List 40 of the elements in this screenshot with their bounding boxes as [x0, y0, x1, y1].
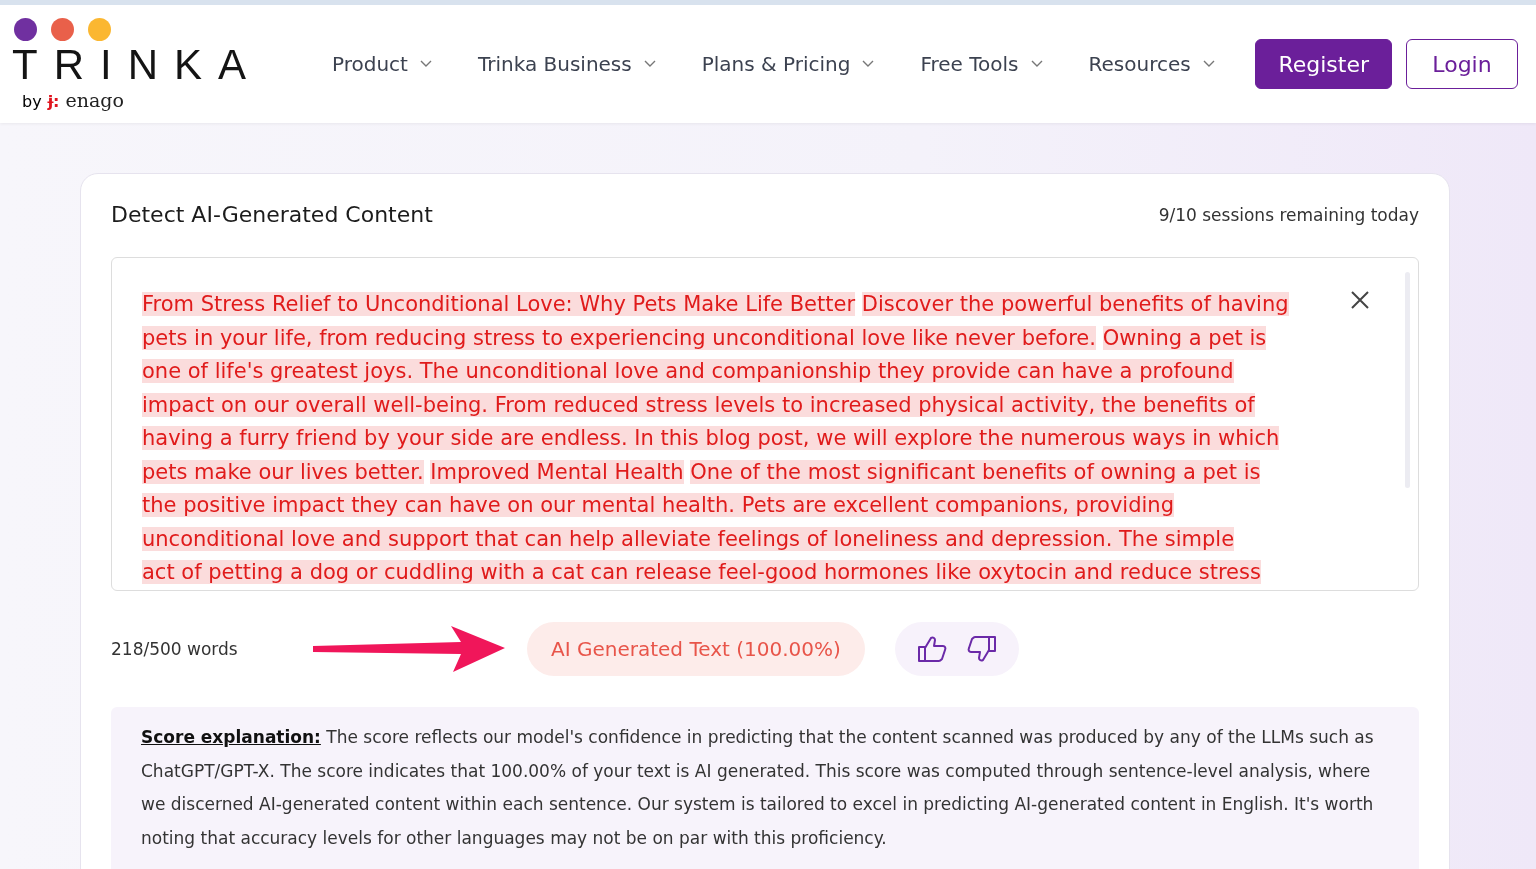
enago-wordmark: enago: [65, 88, 124, 111]
nav-menu-item[interactable]: Resources: [1088, 52, 1215, 76]
text-segment: Owning a pet is: [1102, 325, 1267, 350]
chevron-down-icon: [862, 60, 875, 68]
text-segment: pets make our lives better.: [142, 459, 424, 484]
nav-menu-item[interactable]: Product: [332, 52, 432, 76]
logo-dot: [88, 17, 111, 41]
score-explanation: Score explanation: The score reflects our model's confidence in predicting that the content scanned was produced by any of the LLMs such as ChatGPT/GPT-X. The score indicates that 100.00% of your text is AI generated. This score was computed through sentence-level analysis, where we discerned AI-generated content within each sentence. Our system is tailored to excel in predicting AI-generated content in English. It's worth noting that accuracy levels for other languages may not be on par with this proficiency.: [111, 707, 1419, 869]
text-segment: From Stress Relief to Unconditional Love: Why Pets Make Life Better: [142, 292, 856, 316]
text-segment: impact on our overall well-being. From reduced stress levels to increased physical activity, the benefits of: [142, 392, 1255, 417]
card-title: Detect AI-Generated Content: [111, 202, 433, 227]
text-segment: unconditional love and support that can help alleviate feelings of loneliness and depression. The simple: [142, 526, 1235, 551]
text-segment: having a furry friend by your side are endless. In this blog post, we will explore the numerous ways in which: [142, 426, 1280, 450]
text-input-area[interactable]: [111, 257, 1419, 591]
word-count: 218/500 words: [111, 639, 239, 659]
text-segment: pets in your life, from reducing stress to experiencing unconditional love like never before.: [142, 325, 1096, 350]
thumbs-down-icon[interactable]: [966, 635, 997, 663]
chevron-down-icon: [419, 60, 432, 68]
login-button[interactable]: Login: [1406, 39, 1518, 89]
enago-mark: ɉ:: [47, 91, 60, 111]
chevron-down-icon: [1030, 60, 1043, 68]
nav-menu-item[interactable]: Free Tools: [920, 52, 1043, 76]
nav-menu-item[interactable]: Trinka Business: [477, 52, 656, 76]
chevron-down-icon: [643, 60, 656, 68]
register-button[interactable]: Register: [1255, 39, 1392, 89]
logo-byline: by: [22, 91, 42, 111]
text-segment: Improved Mental Health: [430, 459, 684, 484]
logo-dot: [14, 17, 37, 41]
text-segment: the positive impact they can have on our mental health. Pets are excellent companions, providing: [142, 493, 1174, 517]
ai-result-badge: AI Generated Text (100.00%): [527, 622, 865, 676]
text-segment: One of the most significant benefits of owning a pet is: [690, 459, 1261, 484]
nav-menu-item[interactable]: Plans & Pricing: [701, 52, 875, 76]
logo-dot: [51, 17, 74, 41]
chevron-down-icon: [1202, 60, 1215, 68]
sessions-remaining: 9/10 sessions remaining today: [1158, 204, 1419, 225]
thumbs-up-icon[interactable]: [916, 635, 947, 663]
logo-wordmark: TRINKA: [12, 40, 262, 89]
text-segment: Discover the powerful benefits of having: [861, 292, 1289, 316]
text-segment: act of petting a dog or cuddling with a cat can release feel-good hormones like oxytocin and reduce stress: [142, 560, 1261, 584]
text-segment: one of life's greatest joys. The unconditional love and companionship they provide can have a profound: [142, 359, 1234, 383]
